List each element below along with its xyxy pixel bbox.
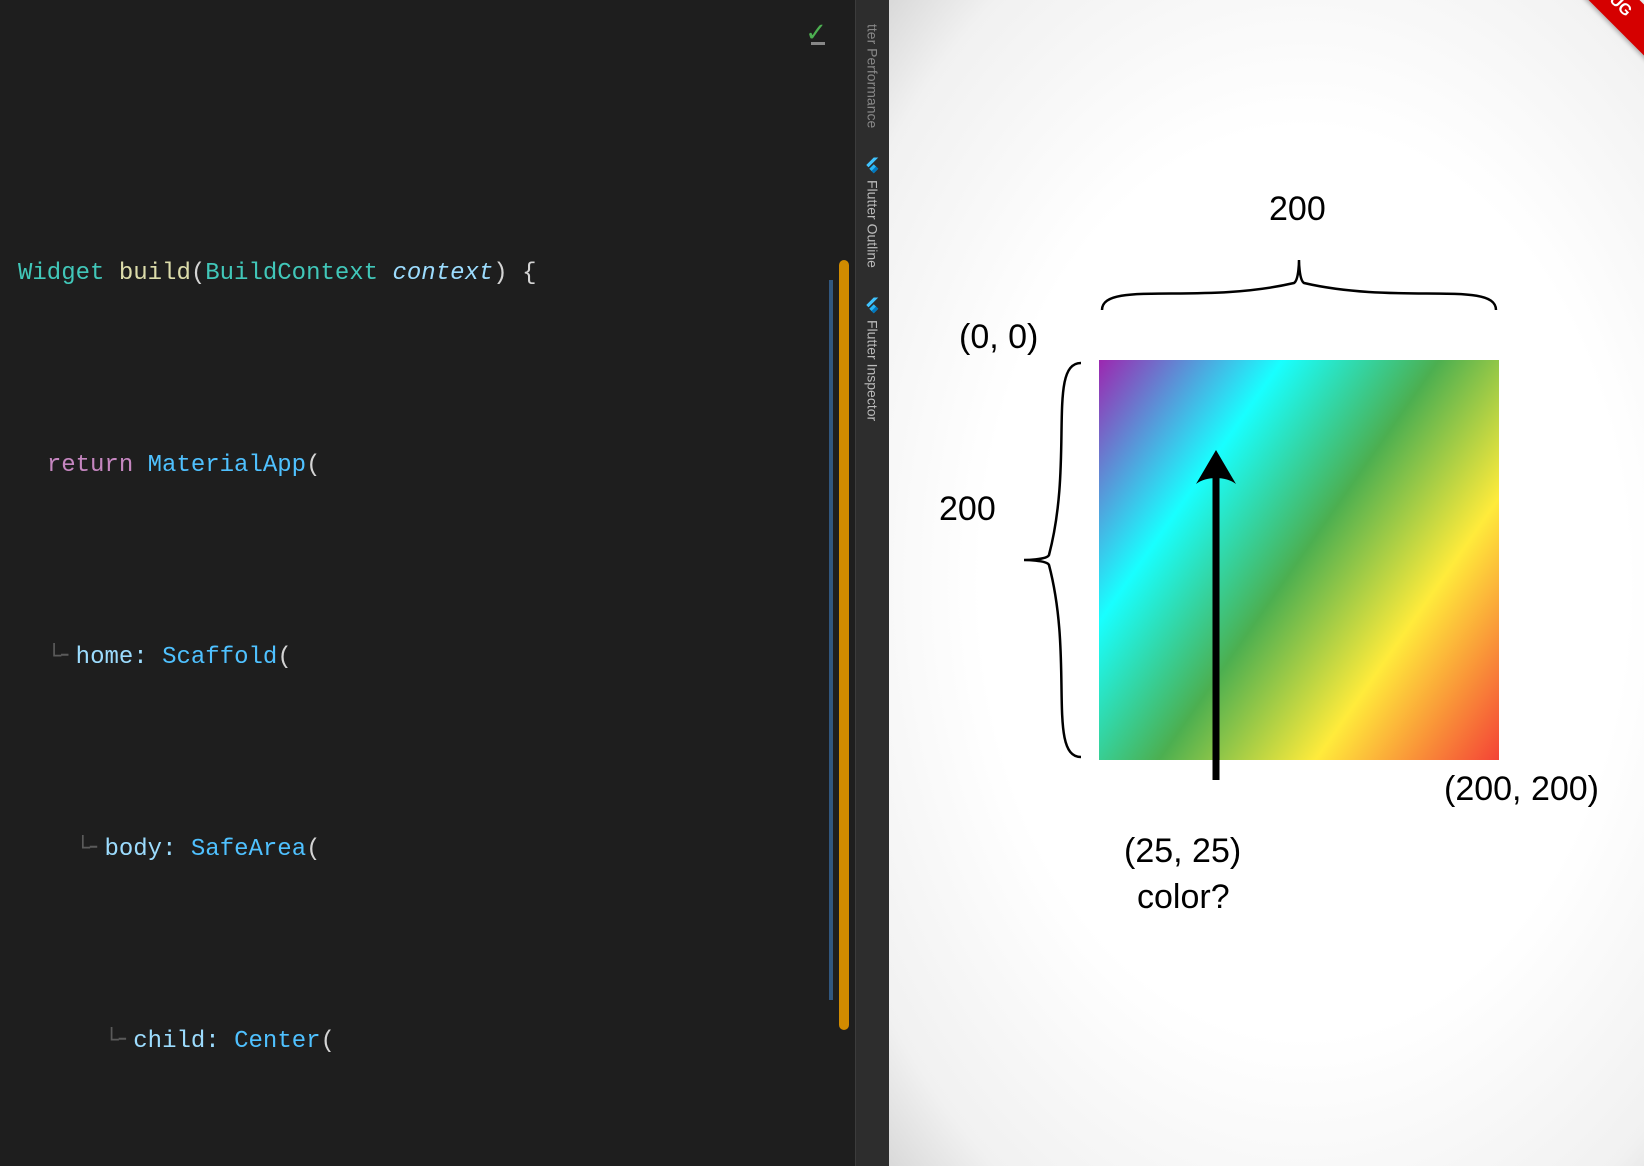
question-coord-label: (25, 25) xyxy=(1124,832,1241,871)
rail-tab-flutter-outline[interactable]: Flutter Outline xyxy=(862,142,884,282)
minimap-marker xyxy=(811,42,825,45)
code-line: return MaterialApp( xyxy=(18,442,855,490)
debug-banner: UG xyxy=(1551,0,1644,75)
dimension-label-top: 200 xyxy=(1269,190,1326,229)
minimap-viewport-strip xyxy=(829,280,833,1000)
origin-label: (0, 0) xyxy=(959,318,1038,357)
dimension-label-left: 200 xyxy=(939,490,996,529)
horizontal-brace-icon xyxy=(1099,255,1499,315)
code-line: └╴child: Center( xyxy=(18,1018,855,1066)
gradient-preview-box xyxy=(1099,360,1499,760)
rail-tab-flutter-inspector[interactable]: Flutter Inspector xyxy=(862,282,884,435)
flutter-logo-icon xyxy=(864,156,882,174)
code-editor[interactable]: ✓ Widget build(BuildContext context) { r… xyxy=(0,0,855,1166)
rail-tab-label: tter Performance xyxy=(865,24,881,128)
analysis-ok-check-icon: ✓ xyxy=(805,10,827,58)
code-line: Widget build(BuildContext context) { xyxy=(18,250,855,298)
rail-tab-flutter-performance[interactable]: tter Performance xyxy=(863,10,883,142)
corner-label: (200, 200) xyxy=(1444,770,1599,809)
question-color-label: color? xyxy=(1137,878,1230,917)
device-preview-panel: UG 200 (0, 0) 200 (200, 200) (25, 25) co… xyxy=(889,0,1644,1166)
tool-window-rail: tter Performance Flutter Outline Flutter… xyxy=(855,0,889,1166)
code-line: └╴home: Scaffold( xyxy=(18,634,855,682)
rail-tab-label: Flutter Inspector xyxy=(865,320,881,421)
vertical-scrollbar[interactable] xyxy=(839,260,849,1030)
debug-banner-text: UG xyxy=(1606,0,1635,20)
code-line: └╴body: SafeArea( xyxy=(18,826,855,874)
pointer-arrow-icon xyxy=(1186,450,1246,790)
flutter-logo-icon xyxy=(864,296,882,314)
rail-tab-label: Flutter Outline xyxy=(865,180,881,268)
vertical-brace-icon xyxy=(1019,360,1089,760)
